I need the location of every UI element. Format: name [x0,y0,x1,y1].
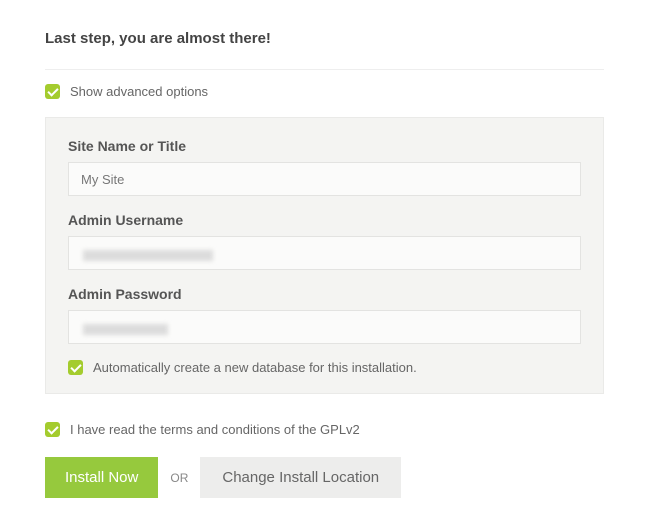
admin-username-input[interactable] [68,236,581,270]
admin-username-label: Admin Username [68,212,581,228]
checkbox-icon[interactable] [45,422,60,437]
divider [45,69,604,70]
show-advanced-label: Show advanced options [70,84,208,99]
admin-password-label: Admin Password [68,286,581,302]
terms-label: I have read the terms and conditions of … [70,422,360,437]
or-label: OR [170,471,188,485]
site-name-label: Site Name or Title [68,138,581,154]
page-title: Last step, you are almost there! [45,30,604,47]
install-settings-panel: Site Name or Title Admin Username Admin … [45,117,604,394]
redacted-value [83,324,168,335]
admin-password-group: Admin Password [68,286,581,344]
checkbox-icon[interactable] [68,360,83,375]
site-name-group: Site Name or Title [68,138,581,196]
site-name-input[interactable] [68,162,581,196]
admin-username-group: Admin Username [68,212,581,270]
checkbox-icon[interactable] [45,84,60,99]
action-bar: Install Now OR Change Install Location [45,457,604,498]
auto-create-db-label: Automatically create a new database for … [93,360,417,375]
change-install-location-button[interactable]: Change Install Location [200,457,401,498]
auto-create-db-option[interactable]: Automatically create a new database for … [68,360,581,375]
terms-option[interactable]: I have read the terms and conditions of … [45,422,604,437]
show-advanced-option[interactable]: Show advanced options [45,84,604,99]
install-now-button[interactable]: Install Now [45,457,158,498]
redacted-value [83,250,213,261]
admin-password-input[interactable] [68,310,581,344]
